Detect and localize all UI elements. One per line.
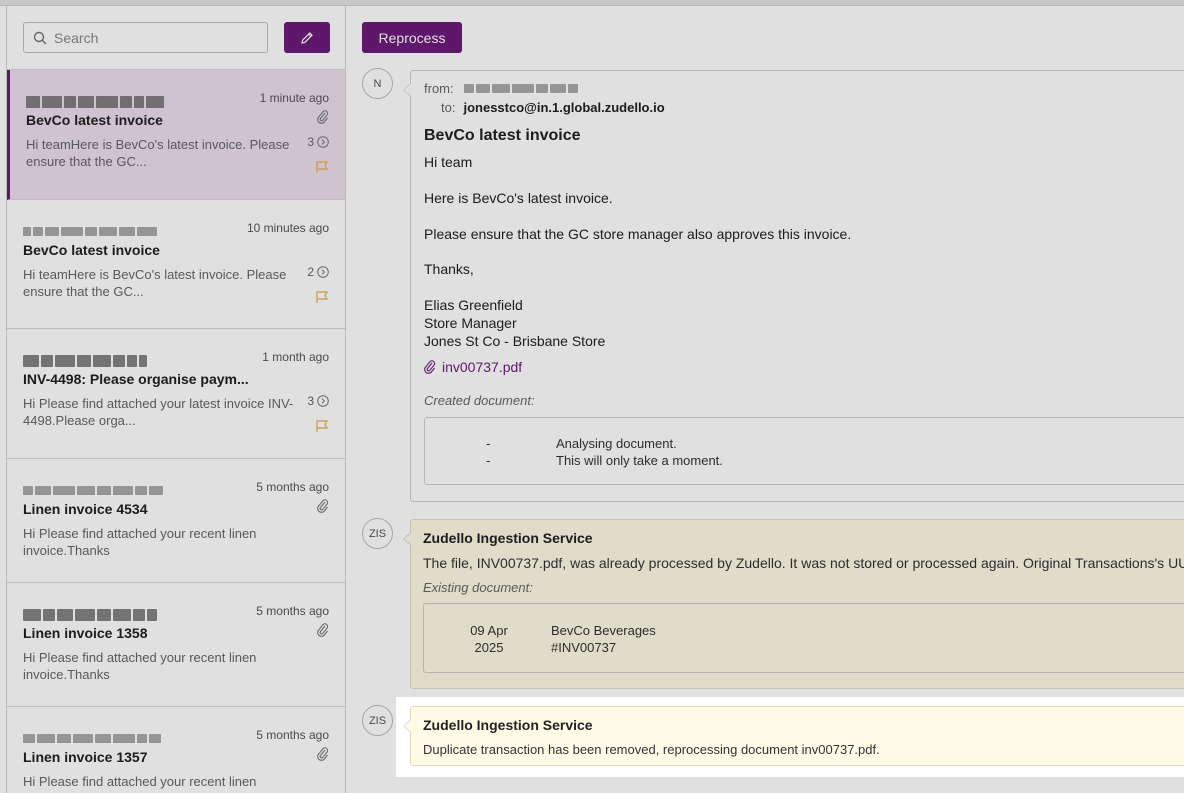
avatar: ZIS (362, 705, 393, 736)
search-icon (33, 31, 47, 45)
thread-count-value: 2 (307, 264, 314, 279)
attachment-filename: inv00737.pdf (442, 359, 523, 375)
doc-status-detail: This will only take a moment. (556, 453, 723, 468)
email-subject: Linen invoice 1358 (23, 624, 148, 641)
sender-name-redacted (23, 733, 161, 745)
service-message: Zudello Ingestion Service The file, INV0… (403, 519, 1184, 689)
email-list-item[interactable]: 1 minute ago BevCo latest invoice Hi tea… (7, 70, 345, 200)
doc-status: Analysing document. (556, 436, 677, 451)
thread-count: 3 (307, 394, 329, 408)
service-name: Zudello Ingestion Service (423, 717, 593, 733)
doc-dash: - (486, 436, 491, 451)
email-list-item[interactable]: 5 months ago Linen invoice 1358 Hi Pleas… (7, 582, 345, 707)
email-time: 10 minutes ago (246, 220, 329, 235)
email-preview: Hi Please find attached your recent line… (23, 649, 257, 682)
message-subject: BevCo latest invoice (424, 127, 581, 144)
flag-icon[interactable] (315, 290, 329, 304)
paperclip-icon (317, 622, 329, 637)
body-signoff: Thanks, (424, 261, 474, 277)
existing-document-label: Existing document: (423, 580, 533, 595)
compose-button[interactable] (284, 22, 330, 53)
from-line: from: (424, 81, 578, 96)
email-subject: BevCo latest invoice (26, 112, 163, 128)
email-list-item[interactable]: 1 month ago INV-4498: Please organise pa… (7, 329, 345, 459)
doc-date-year: 2025 (474, 640, 504, 655)
email-list-item[interactable]: 10 minutes ago BevCo latest invoice Hi t… (7, 199, 345, 329)
avatar: ZIS (362, 518, 393, 549)
service-text: The file, INV00737.pdf, was already proc… (423, 555, 1184, 571)
service-message: Zudello Ingestion Service Duplicate tran… (403, 706, 1184, 766)
thread-count: 3 (307, 135, 329, 149)
attachment-link[interactable]: inv00737.pdf (424, 359, 522, 375)
to-label: to: (441, 100, 456, 115)
sender-name-redacted (23, 226, 157, 238)
doc-number: #INV00737 (551, 640, 617, 655)
email-subject: Linen invoice 4534 (23, 500, 148, 517)
sender-name-redacted (26, 96, 164, 108)
email-preview: Hi Please find attached your recent line… (23, 525, 257, 558)
message-thread: Reprocess N from: to: jonesstco@in.1.glob… (346, 6, 1184, 793)
to-line: to: jonesstco@in.1.global.zudello.io (441, 100, 665, 115)
doc-date-day: 09 Apr (470, 623, 508, 638)
chevron-circle-icon (317, 395, 329, 407)
email-preview: Hi teamHere is BevCo's latest invoice. P… (23, 266, 287, 299)
email-subject: Linen invoice 1357 (23, 748, 148, 765)
search-field[interactable] (23, 22, 268, 53)
signature-role: Store Manager (424, 315, 517, 331)
email-message: from: to: jonesstco@in.1.global.zudello.i… (403, 70, 1184, 502)
service-name: Zudello Ingestion Service (423, 530, 593, 546)
body-line: Here is BevCo's latest invoice. (424, 190, 613, 206)
created-document-label: Created document: (424, 393, 535, 408)
pencil-icon (301, 31, 313, 44)
email-time: 5 months ago (256, 479, 329, 494)
doc-vendor: BevCo Beverages (551, 623, 656, 638)
signature-store: Jones St Co - Brisbane Store (424, 333, 606, 349)
sender-name-redacted (23, 355, 147, 367)
paperclip-icon (317, 498, 329, 513)
from-label: from: (424, 81, 454, 96)
paperclip-icon (317, 110, 329, 124)
email-preview: Hi Please find attached your recent line… (23, 773, 257, 793)
email-preview: Hi teamHere is BevCo's latest invoice. P… (26, 137, 290, 169)
thread-count-value: 3 (307, 135, 314, 149)
email-time: 5 months ago (256, 603, 329, 618)
avatar: N (362, 68, 393, 99)
reprocess-button[interactable]: Reprocess (362, 22, 462, 53)
paperclip-icon (317, 746, 329, 761)
chevron-circle-icon (317, 265, 329, 278)
created-document-card[interactable]: - Analysing document. - This will only t… (424, 417, 1184, 485)
sender-address-redacted (463, 84, 578, 93)
sender-name-redacted (23, 485, 163, 497)
email-time: 5 months ago (256, 727, 329, 742)
signature-name: Elias Greenfield (424, 297, 523, 313)
sender-name-redacted (23, 608, 157, 621)
service-text: Duplicate transaction has been removed, … (423, 742, 880, 757)
search-input[interactable] (54, 23, 259, 52)
email-preview: Hi Please find attached your latest invo… (23, 396, 294, 428)
to-address: jonesstco@in.1.global.zudello.io (463, 100, 665, 115)
email-time: 1 minute ago (259, 91, 329, 105)
existing-document-card[interactable]: 09 Apr 2025 BevCo Beverages #INV00737 (423, 603, 1184, 673)
email-list-sidebar: 1 minute ago BevCo latest invoice Hi tea… (6, 6, 346, 793)
search-bar (7, 6, 345, 70)
thread-count: 2 (307, 265, 329, 279)
chevron-circle-icon (317, 136, 329, 148)
email-subject: BevCo latest invoice (23, 241, 160, 258)
flag-icon[interactable] (315, 160, 329, 174)
body-line: Please ensure that the GC store manager … (424, 226, 852, 242)
email-subject: INV-4498: Please organise paym... (23, 371, 249, 387)
email-list-item[interactable]: 5 months ago Linen invoice 4534 Hi Pleas… (7, 458, 345, 583)
email-time: 1 month ago (262, 350, 329, 364)
body-greeting: Hi team (424, 154, 473, 170)
flag-icon[interactable] (315, 419, 329, 433)
doc-dash: - (486, 453, 491, 468)
email-list-item[interactable]: 5 months ago Linen invoice 1357 Hi Pleas… (7, 706, 345, 793)
thread-count-value: 3 (307, 394, 314, 408)
paperclip-icon (424, 360, 436, 374)
